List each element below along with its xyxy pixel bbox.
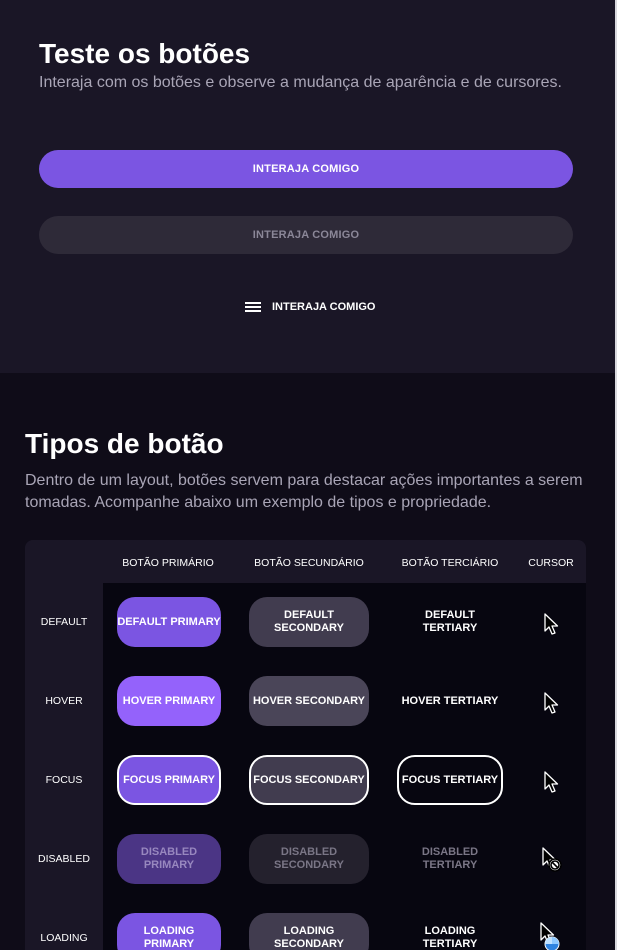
row-header-loading: LOADING xyxy=(40,932,88,944)
default-tertiary-button[interactable]: DEFAULT TERTIARY xyxy=(397,597,503,647)
column-header-primary: BOTÃO PRIMÁRIO xyxy=(122,557,214,569)
hover-primary-button[interactable]: HOVER PRIMARY xyxy=(117,676,221,726)
loading-primary-button[interactable]: LOADING PRIMARY xyxy=(117,913,221,950)
disabled-secondary-button: DISABLED SECONDARY xyxy=(249,834,369,884)
row-header-hover: HOVER xyxy=(45,695,83,707)
column-header-cursor: CURSOR xyxy=(528,557,574,569)
default-secondary-button[interactable]: DEFAULT SECONDARY xyxy=(249,597,369,647)
menu-icon xyxy=(245,301,261,313)
loading-tertiary-button[interactable]: LOADING TERTIARY xyxy=(397,913,503,950)
default-primary-button[interactable]: DEFAULT PRIMARY xyxy=(117,597,221,647)
hero-subtitle: Interaja com os botões e observe a mudan… xyxy=(39,74,562,91)
interact-secondary-button[interactable]: INTERAJA COMIGO xyxy=(39,216,573,254)
arrow-cursor-icon xyxy=(544,692,559,714)
interact-tertiary-button[interactable]: INTERAJA COMIGO xyxy=(245,298,376,316)
focus-secondary-button[interactable]: FOCUS SECONDARY xyxy=(249,755,369,805)
disabled-primary-button: DISABLED PRIMARY xyxy=(117,834,221,884)
loading-secondary-button[interactable]: LOADING SECONDARY xyxy=(249,913,369,950)
focus-tertiary-button[interactable]: FOCUS TERTIARY xyxy=(397,755,503,805)
row-header-disabled: DISABLED xyxy=(38,853,90,865)
row-header-focus: FOCUS xyxy=(45,774,83,786)
focus-primary-button[interactable]: FOCUS PRIMARY xyxy=(117,755,221,805)
types-description: Dentro de um layout, botões servem para … xyxy=(25,472,583,511)
row-header-default: DEFAULT xyxy=(40,616,88,628)
hover-secondary-button[interactable]: HOVER SECONDARY xyxy=(249,676,369,726)
interact-primary-button[interactable]: INTERAJA COMIGO xyxy=(39,150,573,188)
hover-tertiary-button[interactable]: HOVER TERTIARY xyxy=(397,676,503,726)
disabled-tertiary-button: DISABLED TERTIARY xyxy=(421,846,479,871)
column-header-tertiary: BOTÃO TERCIÁRIO xyxy=(401,557,499,569)
table-row-header-column xyxy=(25,540,103,950)
hero-title: Teste os botões xyxy=(39,38,251,69)
column-header-secondary: BOTÃO SECUNDÁRIO xyxy=(254,557,364,569)
interact-tertiary-label: INTERAJA COMIGO xyxy=(272,301,376,313)
not-allowed-cursor-icon xyxy=(542,847,562,872)
progress-cursor-icon xyxy=(540,922,560,950)
types-title: Tipos de botão xyxy=(25,428,224,459)
button-types-table: BOTÃO PRIMÁRIO BOTÃO SECUNDÁRIO BOTÃO TE… xyxy=(25,540,586,950)
arrow-cursor-icon xyxy=(544,613,559,635)
arrow-cursor-icon xyxy=(544,771,559,793)
